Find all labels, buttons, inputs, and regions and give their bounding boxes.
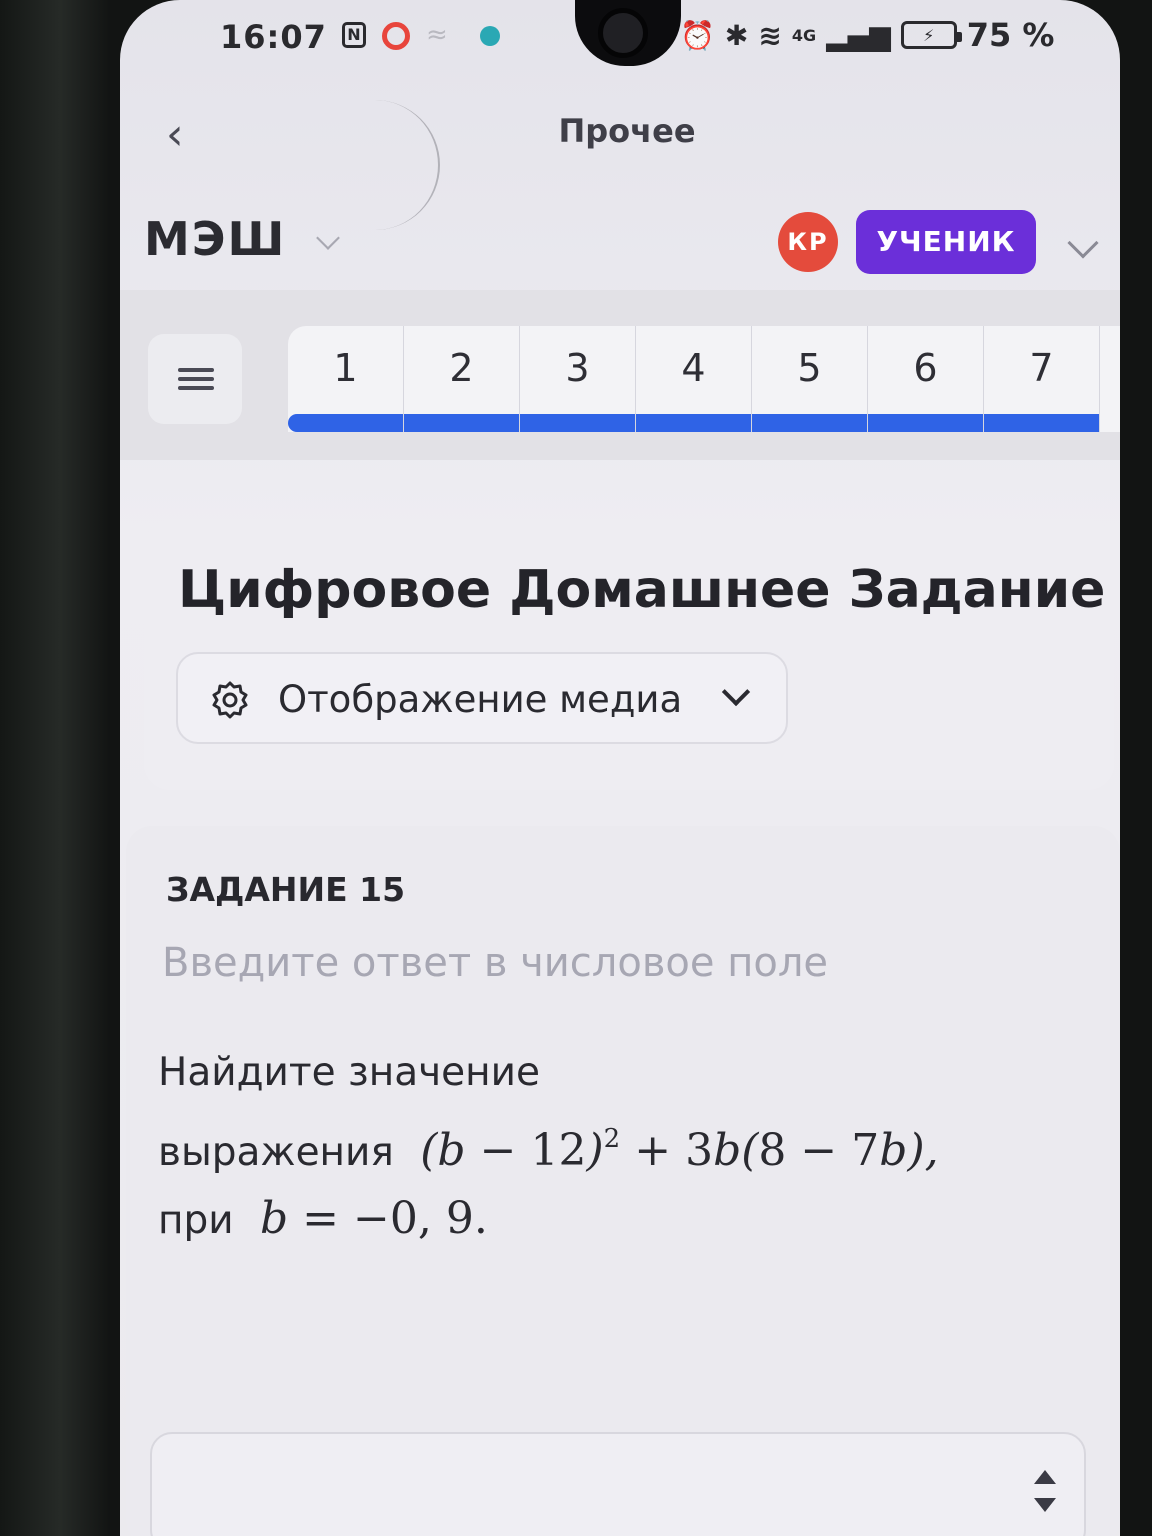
task-line-3-prefix: при	[158, 1198, 234, 1243]
tab-1[interactable]: 1	[288, 326, 404, 432]
hamburger-icon	[178, 368, 214, 372]
battery-icon: ⚡	[900, 21, 962, 49]
task-line-1: Найдите значение	[158, 1050, 541, 1095]
battery-percent: 75 %	[966, 16, 1055, 54]
role-badge[interactable]: УЧЕНИК	[856, 210, 1036, 274]
page-title: Прочее	[558, 112, 696, 150]
menu-button[interactable]	[148, 334, 242, 424]
app-notification-icon	[480, 26, 500, 46]
tab-number: 5	[797, 346, 822, 390]
phone-screen: 16:07 N ≈ ⏰ ✱ ≋ 4G ▂▄▆ ⚡ 75 % ‹ Прочее М…	[120, 0, 1120, 1536]
tab-progress	[288, 414, 403, 432]
network-type: 4G	[791, 25, 817, 45]
task-statement: Найдите значение выражения (b − 12)2 + 3…	[158, 1040, 1058, 1254]
math-condition: b = −0, 9.	[246, 1193, 488, 1244]
tab-progress	[868, 414, 983, 432]
increment-arrow-icon[interactable]	[1034, 1470, 1056, 1484]
task-card: ЗАДАНИЕ 15 Введите ответ в числовое поле…	[126, 826, 1120, 1536]
avatar[interactable]: КР	[778, 212, 838, 272]
tab-progress	[636, 414, 751, 432]
tab-2[interactable]: 2	[404, 326, 520, 432]
chevron-down-icon	[721, 677, 751, 707]
camera-lens	[598, 8, 648, 58]
task-tabs-area: 1 2 3 4 5 6 7	[120, 290, 1120, 460]
alarm-icon: ⏰	[680, 18, 715, 52]
tab-number: 6	[913, 346, 938, 390]
notification-ring-icon	[382, 22, 410, 50]
task-hint: Введите ответ в числовое поле	[162, 940, 828, 986]
bluetooth-icon: ✱	[724, 18, 749, 52]
gear-icon	[212, 681, 248, 719]
wifi-icon: ≈	[426, 20, 448, 50]
task-line-2: выражения (b − 12)2 + 3b(8 − 7b),	[158, 1106, 1058, 1186]
status-right-icons: ⏰ ✱ ≋ 4G ▂▄▆ ⚡ 75 %	[680, 16, 1054, 54]
tab-progress	[752, 414, 867, 432]
tab-3[interactable]: 3	[520, 326, 636, 432]
wifi-strong-icon: ≋	[758, 18, 782, 52]
number-stepper[interactable]	[1030, 1464, 1060, 1518]
task-tabs: 1 2 3 4 5 6 7	[288, 326, 1120, 432]
media-display-dropdown[interactable]: Отображение медиа	[176, 652, 788, 744]
math-expression: (b − 12)2 + 3b(8 − 7b),	[406, 1124, 939, 1176]
task-number-label: ЗАДАНИЕ 15	[166, 870, 406, 909]
status-time: 16:07	[220, 18, 327, 56]
section-title: Цифровое Домашнее Задание	[178, 560, 1106, 620]
nfc-icon: N	[342, 22, 366, 48]
tab-4[interactable]: 4	[636, 326, 752, 432]
tab-number: 2	[449, 346, 474, 390]
homework-header-card: Цифровое Домашнее Задание Отображение ме…	[144, 520, 1114, 790]
task-line-2-prefix: выражения	[158, 1130, 394, 1175]
tab-number: 3	[565, 346, 590, 390]
status-bar: 16:07 N ≈ ⏰ ✱ ≋ 4G ▂▄▆ ⚡ 75 %	[120, 0, 1120, 80]
tab-7[interactable]: 7	[984, 326, 1100, 432]
tab-progress	[404, 414, 519, 432]
decrement-arrow-icon[interactable]	[1034, 1498, 1056, 1512]
signal-icon: ▂▄▆	[826, 18, 891, 52]
tab-number: 7	[1029, 346, 1054, 390]
tab-6[interactable]: 6	[868, 326, 984, 432]
brand-logo[interactable]: МЭШ	[144, 212, 286, 266]
tab-number: 4	[681, 346, 706, 390]
answer-number-input[interactable]	[150, 1432, 1086, 1536]
tab-progress	[984, 414, 1099, 432]
task-line-3: при b = −0, 9.	[158, 1186, 1058, 1254]
hamburger-icon	[178, 386, 214, 390]
chevron-down-icon[interactable]	[1067, 227, 1099, 259]
tab-number: 1	[333, 346, 358, 390]
tab-5[interactable]: 5	[752, 326, 868, 432]
media-display-label: Отображение медиа	[278, 678, 683, 721]
hamburger-icon	[178, 377, 214, 381]
tab-progress	[520, 414, 635, 432]
